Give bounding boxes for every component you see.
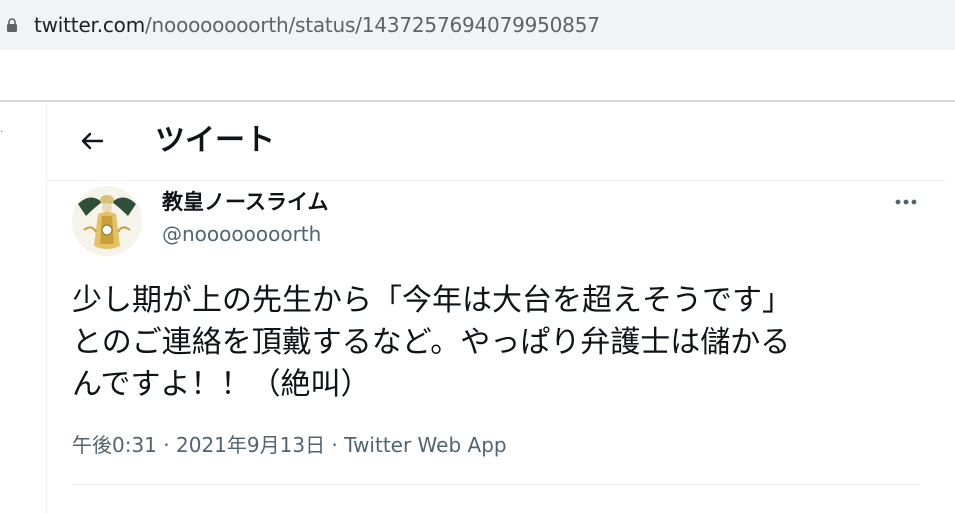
metadata-divider xyxy=(72,484,920,485)
address-bar[interactable]: twitter.com/noooooooorth/status/14372576… xyxy=(0,0,955,50)
avatar-image xyxy=(72,186,142,256)
header-divider xyxy=(47,180,945,181)
url-path: /noooooooorth/status/1437257694079950857 xyxy=(145,13,600,37)
sidebar-edge-mark: · xyxy=(0,125,4,138)
more-horizontal-icon[interactable] xyxy=(888,190,924,214)
tweet-source[interactable]: Twitter Web App xyxy=(344,433,506,457)
display-name[interactable]: 教皇ノースライム xyxy=(162,188,329,216)
meta-separator: · xyxy=(156,433,176,457)
lock-icon xyxy=(7,18,17,32)
tweet-metadata: 午後0:31 · 2021年9月13日 · Twitter Web App xyxy=(72,431,507,459)
meta-separator: · xyxy=(325,433,345,457)
user-handle[interactable]: @noooooooorth xyxy=(162,220,321,248)
tweet-time[interactable]: 午後0:31 xyxy=(72,433,157,457)
tweet-date[interactable]: 2021年9月13日 xyxy=(176,433,325,457)
url-host: twitter.com xyxy=(34,13,146,37)
page-title: ツイート xyxy=(155,123,275,158)
tweet-text: 少し期が上の先生から「今年は大台を超えそうです」 とのご連絡を頂戴するなど。やっ… xyxy=(72,280,922,406)
url-text[interactable]: twitter.com/noooooooorth/status/14372576… xyxy=(34,13,600,37)
arrow-left-icon[interactable] xyxy=(78,128,106,154)
tweet-text-line: んですよ！！（絶叫） xyxy=(72,367,371,402)
tweet-text-line: とのご連絡を頂戴するなど。やっぱり弁護士は儲かる xyxy=(72,325,791,360)
avatar[interactable] xyxy=(72,186,142,256)
tweet-text-line: 少し期が上の先生から「今年は大台を超えそうです」 xyxy=(72,283,792,318)
